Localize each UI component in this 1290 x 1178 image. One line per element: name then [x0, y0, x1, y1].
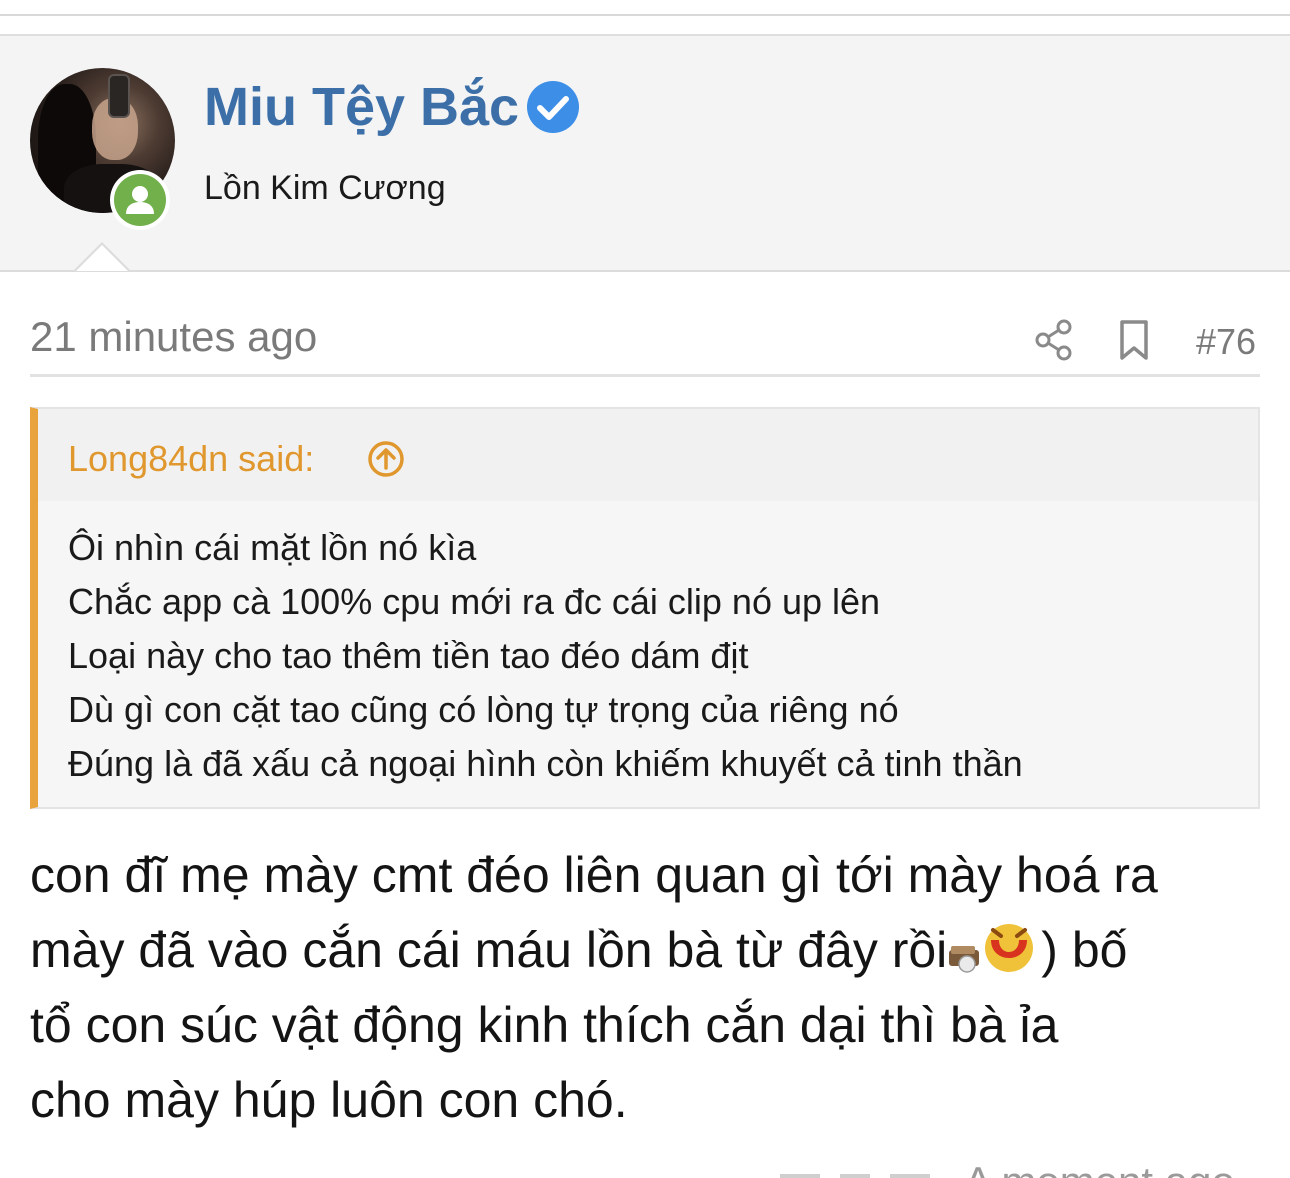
user-status-icon: [114, 174, 166, 226]
share-icon[interactable]: [1034, 318, 1074, 362]
message-line: con đĩ mẹ mày cmt đéo liên quan gì tới m…: [30, 847, 1158, 903]
quote-line: Ôi nhìn cái mặt lồn nó kìa: [68, 527, 477, 568]
quote-header: Long84dn said:: [38, 409, 1258, 501]
quote-line: Loại này cho tao thêm tiền tao đéo dám đ…: [68, 635, 749, 676]
emoji-sticker-icon: [947, 920, 1041, 976]
verified-badge-icon: [526, 80, 580, 134]
message-line: tổ con súc vật động kinh thích cắn dại t…: [30, 997, 1059, 1053]
post-number-link[interactable]: #76: [1196, 320, 1256, 364]
header-pointer-fill: [76, 245, 128, 271]
quote-line: Đúng là đã xấu cả ngoại hình còn khiếm k…: [68, 743, 1023, 784]
quote-line: Dù gì con cặt tao cũng có lòng tự trọng …: [68, 689, 899, 730]
next-post-timestamp[interactable]: A moment ago: [964, 1160, 1235, 1178]
top-bar-edge: [0, 0, 1290, 16]
post-author-header: [0, 34, 1290, 272]
post-message: con đĩ mẹ mày cmt đéo liên quan gì tới m…: [30, 838, 1270, 1138]
quote-body: Ôi nhìn cái mặt lồn nó kìa Chắc app cà 1…: [68, 521, 1248, 791]
quote-author[interactable]: Long84dn said:: [68, 437, 314, 481]
avatar-phone: [108, 74, 130, 118]
online-status-badge: [110, 170, 170, 230]
quote-block: Long84dn said: Ôi nhìn cái mặt lồn nó kì…: [30, 407, 1260, 809]
post-timestamp[interactable]: 21 minutes ago: [30, 312, 317, 362]
username[interactable]: Miu Tệy Bắc: [204, 76, 519, 138]
message-text: mày đã vào cắn cái máu lồn bà từ đây rồi: [30, 922, 948, 978]
quote-line: Chắc app cà 100% cpu mới ra đc cái clip …: [68, 581, 881, 622]
message-line: mày đã vào cắn cái máu lồn bà từ đây rồi…: [30, 913, 1270, 988]
arrow-up-circle-icon[interactable]: [366, 439, 406, 479]
meta-divider: [30, 374, 1260, 377]
bookmark-icon[interactable]: [1116, 318, 1152, 362]
user-title: Lồn Kim Cương: [204, 169, 446, 207]
message-line: cho mày húp luôn con chó.: [30, 1072, 628, 1128]
message-text: ) bố: [1041, 922, 1128, 978]
next-post-peek-dots: [780, 1174, 930, 1178]
